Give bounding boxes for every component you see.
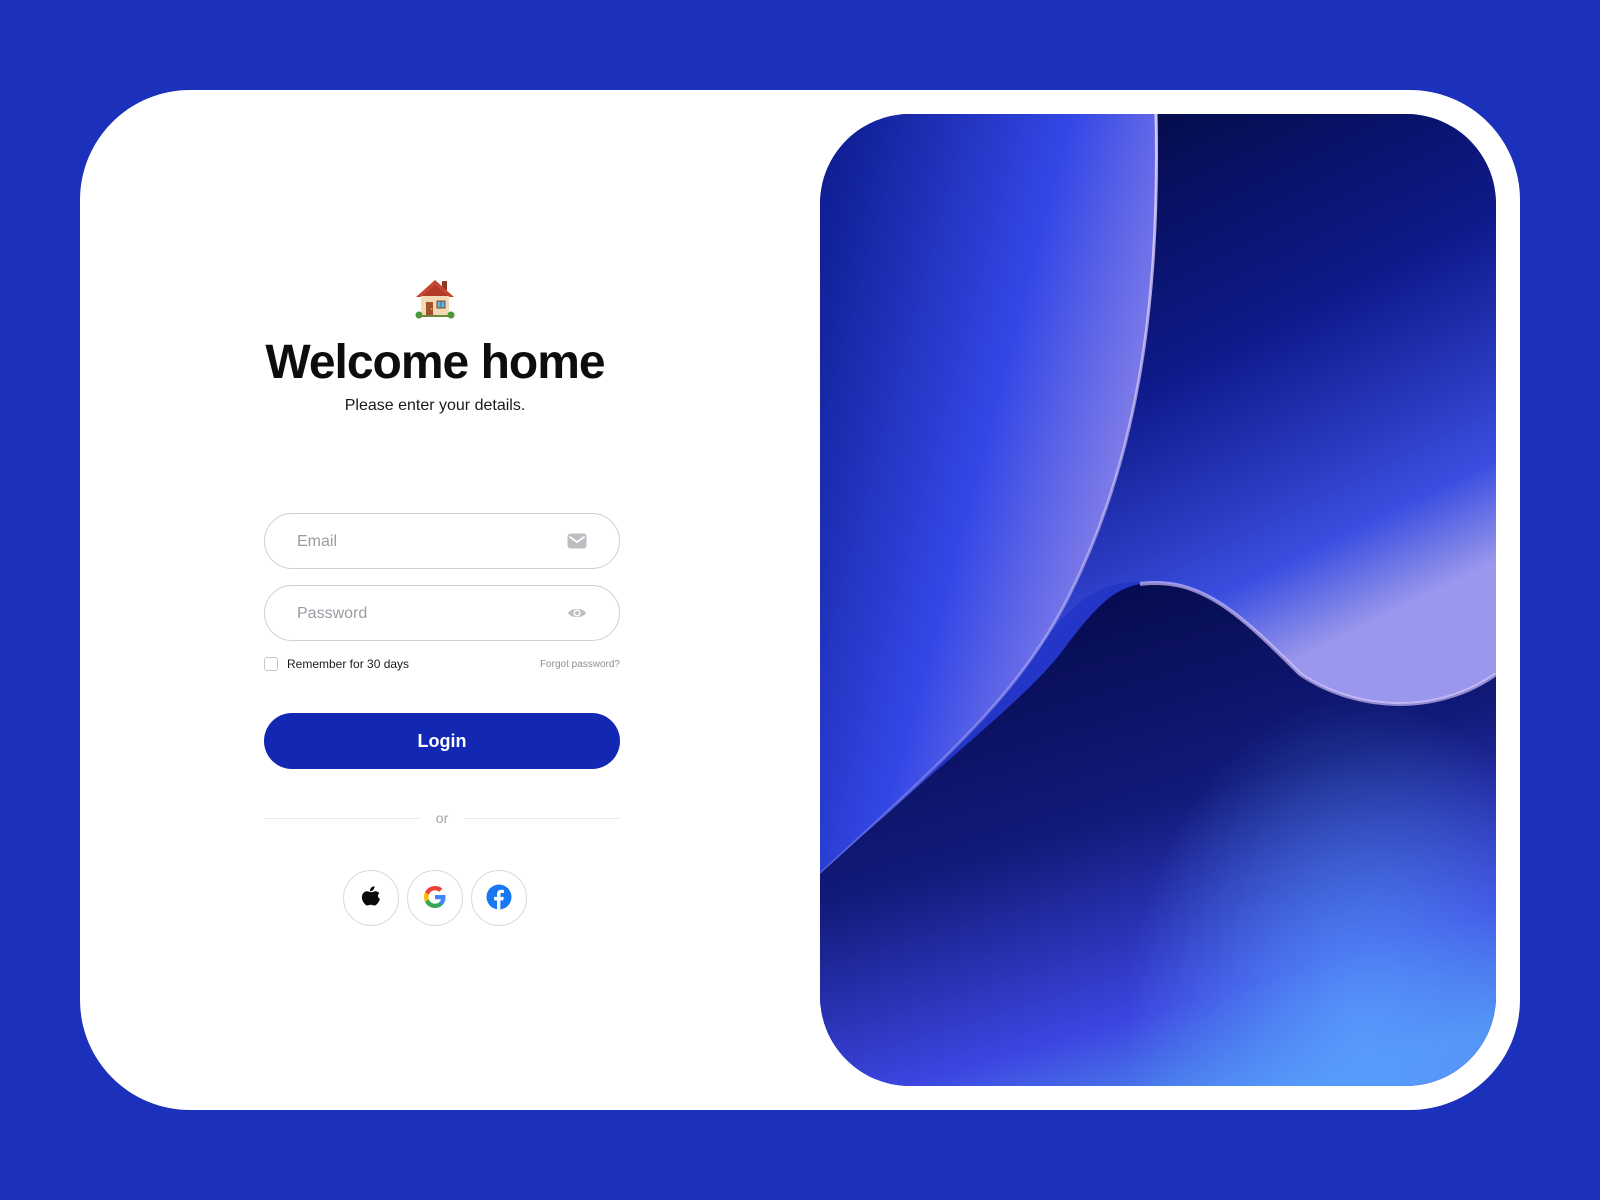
divider-line-right [464, 817, 621, 819]
eye-icon[interactable] [567, 603, 587, 623]
login-form-panel: Welcome home Please enter your details. [80, 90, 790, 1110]
house-icon [80, 275, 790, 321]
apple-icon [360, 885, 382, 912]
abstract-waves-graphic [820, 114, 1496, 1086]
google-login-button[interactable] [407, 870, 463, 926]
google-icon [423, 885, 447, 912]
remember-label: Remember for 30 days [287, 657, 410, 671]
password-field-wrapper[interactable] [264, 585, 620, 642]
page-subtitle: Please enter your details. [344, 397, 526, 414]
forgot-password-link[interactable]: Forgot password? [540, 659, 620, 670]
mail-icon [567, 531, 587, 551]
email-field-wrapper[interactable] [264, 513, 620, 570]
hero-illustration [820, 114, 1496, 1086]
remember-me[interactable]: Remember for 30 days [264, 657, 409, 671]
remember-checkbox[interactable] [264, 657, 278, 671]
divider-label: or [435, 810, 449, 826]
apple-login-button[interactable] [343, 870, 399, 926]
social-login-row [80, 870, 790, 926]
facebook-icon [486, 884, 512, 913]
login-card: Welcome home Please enter your details. [80, 90, 1520, 1110]
login-button[interactable]: Login [264, 713, 620, 769]
divider-line-left [264, 817, 420, 819]
facebook-login-button[interactable] [471, 870, 527, 926]
email-input[interactable] [295, 514, 559, 570]
password-input[interactable] [295, 586, 559, 642]
page-title: Welcome home [265, 336, 605, 389]
or-divider: or [264, 810, 621, 826]
